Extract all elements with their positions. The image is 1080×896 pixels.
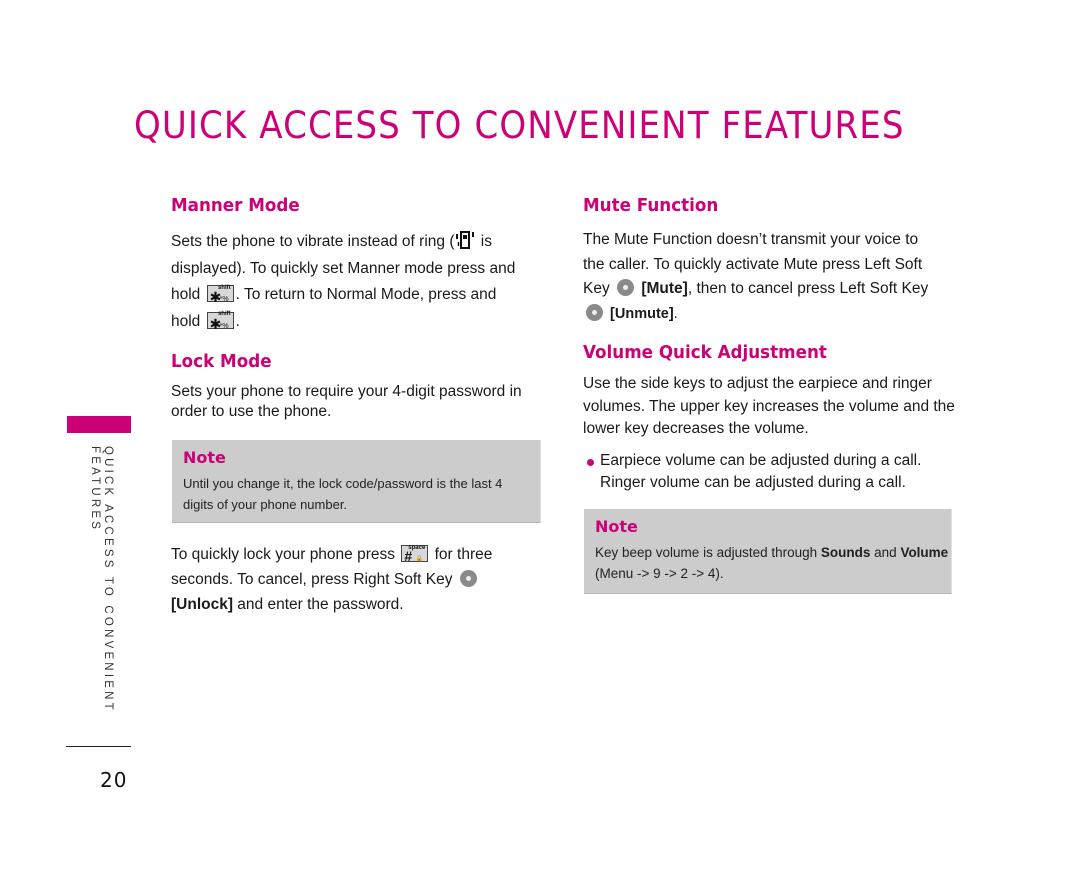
text: Sets the phone to vibrate instead of rin… — [171, 233, 455, 250]
page-title: QUICK ACCESS TO CONVENIENT FEATURES — [134, 104, 905, 147]
bullet-line-2: Ringer volume can be adjusted during a c… — [600, 474, 906, 491]
volume-line-3: lower key decreases the volume. — [583, 420, 809, 437]
manner-line-1: Sets the phone to vibrate instead of rin… — [171, 229, 515, 256]
sounds-label: Sounds — [820, 545, 871, 560]
text: Key beep volume is adjusted through — [595, 545, 821, 560]
bullet-line-1: Earpiece volume can be adjusted during a… — [600, 452, 922, 469]
mute-line-3: Key [Mute], then to cancel press Left So… — [583, 277, 928, 302]
page-number: 20 — [100, 768, 128, 792]
note-line-2: digits of your phone number. — [183, 497, 348, 512]
mute-line-2: the caller. To quickly activate Mute pre… — [583, 255, 923, 273]
volume-line-2: volumes. The upper key increases the vol… — [583, 397, 955, 415]
lock-p2-line-1: To quickly lock your phone press # 🔒 space… — [171, 542, 492, 567]
text: seconds. To cancel, press Right Soft Key — [171, 571, 457, 588]
volume-line-1: Use the side keys to adjust the earpiece… — [583, 375, 932, 392]
text: Key — [583, 280, 615, 297]
mute-function-heading: Mute Function — [583, 195, 719, 216]
note-line-1: Until you change it, the lock code/passw… — [183, 476, 503, 491]
text: hold — [171, 286, 205, 303]
lock-line-1: Sets your phone to require your 4-digit … — [171, 383, 522, 400]
text: and — [870, 545, 901, 560]
lock-p2-line-3: [Unlock] and enter the password. — [171, 592, 492, 617]
lock-p2-line-2: seconds. To cancel, press Right Soft Key — [171, 567, 492, 592]
lock-mode-text: Sets your phone to require your 4-digit … — [171, 382, 522, 422]
note-text: Until you change it, the lock code/passw… — [183, 473, 502, 515]
pound-space-key-icon: # 🔒 space — [401, 545, 429, 564]
mute-line-4: [Unmute]. — [583, 302, 928, 327]
left-soft-key-icon — [617, 279, 635, 296]
lock-instructions: To quickly lock your phone press # 🔒 space… — [171, 542, 492, 617]
key-sub: shift — [217, 311, 231, 317]
text: hold — [171, 312, 205, 330]
manner-line-4: hold ✱ *% shift. — [171, 309, 515, 336]
star-shift-key-icon: ✱ *% shift — [206, 311, 234, 332]
note-text: Key beep volume is adjusted through Soun… — [595, 542, 948, 584]
volume-label: Volume — [900, 545, 949, 560]
side-label-line1: QUICK ACCESS TO CONVENIENT — [102, 446, 114, 713]
unmute-label: [Unmute] — [610, 305, 674, 322]
lock-mode-heading: Lock Mode — [171, 351, 272, 372]
lock-line-2: order to use the phone. — [171, 403, 332, 420]
text: . — [673, 305, 678, 322]
right-soft-key-icon — [459, 570, 477, 587]
volume-bullet-item: Earpiece volume can be adjusted during a… — [587, 450, 922, 494]
note-title: Note — [183, 448, 226, 467]
text: for three — [430, 546, 493, 563]
volume-adjustment-heading: Volume Quick Adjustment — [583, 342, 827, 363]
text: and enter the password. — [233, 596, 404, 613]
text: . — [235, 312, 240, 330]
key-sub: space — [408, 545, 426, 551]
side-chapter-label: QUICK ACCESS TO CONVENIENT FEATURES — [88, 446, 114, 716]
text: To quickly lock your phone press — [171, 546, 400, 563]
note-title: Note — [595, 517, 638, 536]
star-shift-key-icon: ✱ *% shift — [206, 285, 234, 305]
mute-function-text: The Mute Function doesn’t transmit your … — [583, 228, 928, 326]
footer-rule — [66, 746, 131, 747]
manner-mode-text: Sets the phone to vibrate instead of rin… — [171, 229, 515, 335]
lock-note-box: Note Until you change it, the lock code/… — [172, 440, 541, 523]
note-line-1: Key beep volume is adjusted through Soun… — [595, 542, 948, 563]
unlock-label: [Unlock] — [171, 596, 233, 613]
volume-note-box: Note Key beep volume is adjusted through… — [584, 509, 952, 594]
note-line-2: (Menu -> 9 -> 2 -> 4). — [595, 566, 724, 581]
mute-label: [Mute] — [641, 280, 688, 297]
chapter-tab-marker — [67, 416, 131, 433]
text: is — [476, 233, 492, 250]
text: , then to cancel press Left Soft Key — [687, 280, 929, 297]
manner-mode-heading: Manner Mode — [171, 195, 300, 216]
mute-line-1: The Mute Function doesn’t transmit your … — [583, 231, 919, 248]
volume-adjustment-text: Use the side keys to adjust the earpiece… — [583, 373, 955, 441]
bullet-icon — [587, 459, 594, 466]
left-soft-key-icon — [586, 303, 603, 321]
key-sub: shift — [217, 284, 231, 291]
text: . To return to Normal Mode, press and — [235, 286, 497, 303]
vibrate-icon — [456, 231, 475, 249]
side-label-line2: FEATURES — [89, 446, 101, 533]
